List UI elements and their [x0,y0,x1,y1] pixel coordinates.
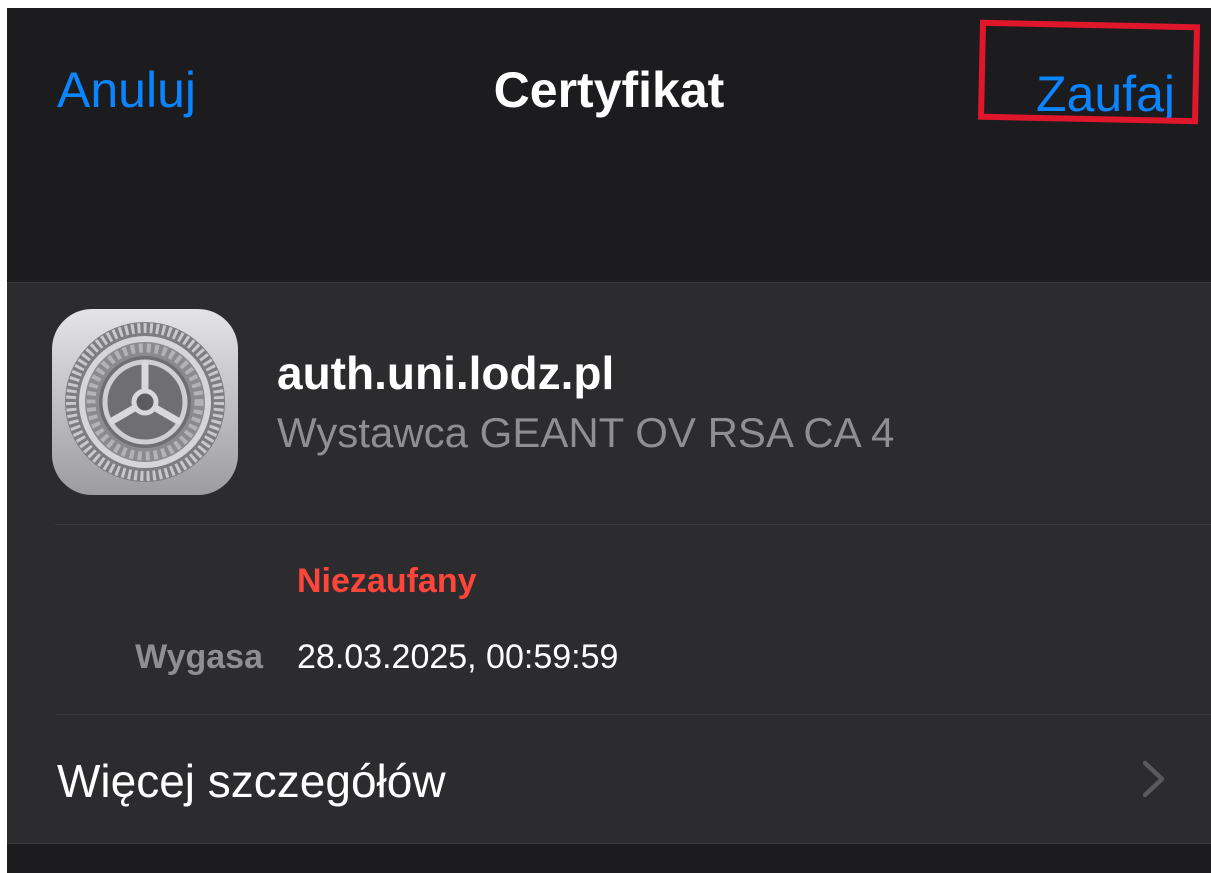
gear-icon [52,309,238,495]
certificate-name: auth.uni.lodz.pl [277,347,615,399]
trust-status: Niezaufany [297,562,477,600]
navigation-bar: Anuluj Certyfikat Zaufaj [7,8,1211,282]
expires-value: 28.03.2025, 00:59:59 [297,638,619,676]
expires-label: Wygasa [135,638,263,676]
chevron-right-icon [1142,760,1165,798]
certificate-card: auth.uni.lodz.pl Wystawca GEANT OV RSA C… [7,282,1211,844]
certificate-issuer: Wystawca GEANT OV RSA CA 4 [277,409,895,456]
trust-button[interactable]: Zaufaj [1036,64,1175,124]
page-title: Certyfikat [493,62,725,118]
more-details-label: Więcej szczegółów [57,755,446,807]
certificate-screen: Anuluj Certyfikat Zaufaj auth.uni.lodz.p… [7,8,1211,873]
more-details-row[interactable]: Więcej szczegółów [7,715,1211,843]
divider [55,524,1211,525]
